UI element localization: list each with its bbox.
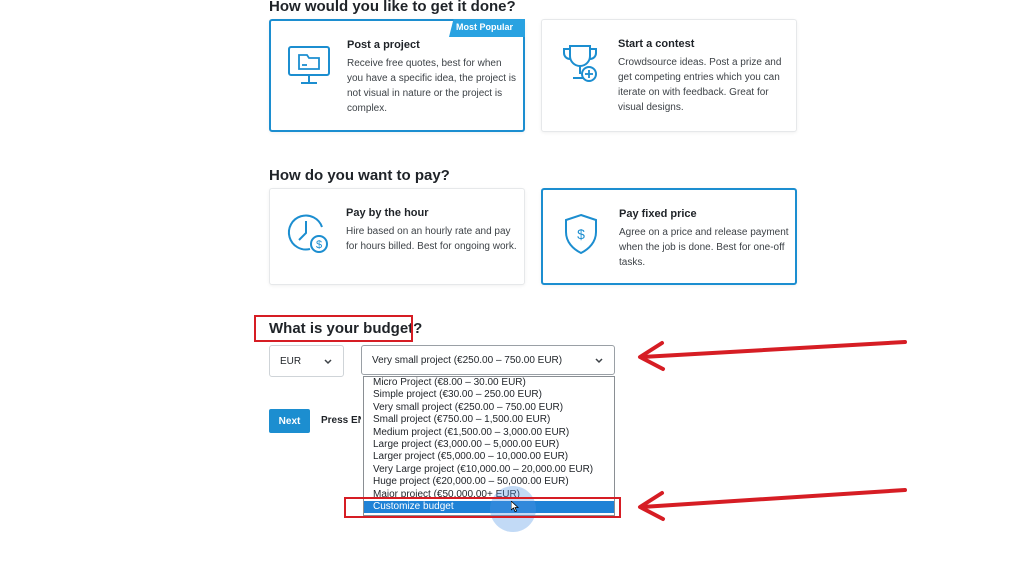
post-project-title: Post a project	[347, 39, 420, 51]
chevron-down-icon	[595, 358, 603, 364]
budget-option[interactable]: Very small project (€250.00 – 750.00 EUR…	[364, 402, 614, 414]
currency-value: EUR	[280, 356, 302, 367]
method-heading: How would you like to get it done?	[269, 0, 516, 15]
start-contest-description: Crowdsource ideas. Post a prize and get …	[618, 57, 782, 113]
svg-text:$: $	[577, 226, 585, 242]
next-button[interactable]: Next	[269, 409, 310, 433]
budget-options-list[interactable]: Micro Project (€8.00 – 30.00 EUR) Simple…	[363, 376, 615, 516]
post-project-description: Receive free quotes, best for when you h…	[347, 58, 516, 114]
trophy-icon	[563, 45, 597, 82]
post-project-card[interactable]: Most Popular Post a project Receive free…	[269, 19, 525, 132]
press-enter-hint: Press ENTER	[321, 415, 361, 426]
budget-select[interactable]: Very small project (€250.00 – 750.00 EUR…	[361, 345, 615, 375]
budget-option[interactable]: Simple project (€30.00 – 250.00 EUR)	[364, 389, 614, 401]
option-annotation-box	[344, 497, 621, 518]
monitor-icon	[288, 46, 330, 84]
budget-option[interactable]: Medium project (€1,500.00 – 3,000.00 EUR…	[364, 427, 614, 439]
red-arrow-icon	[638, 340, 907, 371]
start-contest-card[interactable]: Start a contest Crowdsource ideas. Post …	[541, 19, 797, 132]
chevron-down-icon	[324, 359, 332, 365]
pay-fixed-title: Pay fixed price	[619, 208, 697, 220]
clock-dollar-icon: $	[287, 214, 328, 253]
pay-hourly-title: Pay by the hour	[346, 207, 429, 219]
budget-value: Very small project (€250.00 – 750.00 EUR…	[372, 355, 563, 366]
pay-fixed-description: Agree on a price and release payment whe…	[619, 227, 789, 268]
budget-option[interactable]: Larger project (€5,000.00 – 10,000.00 EU…	[364, 451, 614, 463]
pay-hourly-card[interactable]: $ Pay by the hour Hire based on an hourl…	[269, 188, 525, 285]
pay-fixed-card[interactable]: $ Pay fixed price Agree on a price and r…	[541, 188, 797, 285]
svg-text:$: $	[316, 239, 322, 251]
pay-heading: How do you want to pay?	[269, 167, 450, 184]
budget-option[interactable]: Micro Project (€8.00 – 30.00 EUR)	[364, 377, 614, 389]
pay-hourly-description: Hire based on an hourly rate and pay for…	[346, 226, 517, 252]
heading-annotation-box	[254, 315, 413, 342]
budget-option[interactable]: Huge project (€20,000.00 – 50,000.00 EUR…	[364, 476, 614, 488]
most-popular-badge: Most Popular	[448, 19, 525, 37]
budget-option[interactable]: Small project (€750.00 – 1,500.00 EUR)	[364, 414, 614, 426]
red-arrow-icon	[638, 488, 907, 521]
budget-option[interactable]: Large project (€3,000.00 – 5,000.00 EUR)	[364, 439, 614, 451]
shield-dollar-icon: $	[565, 213, 597, 255]
budget-option[interactable]: Very Large project (€10,000.00 – 20,000.…	[364, 464, 614, 476]
currency-select[interactable]: EUR	[269, 345, 344, 377]
start-contest-title: Start a contest	[618, 38, 695, 50]
